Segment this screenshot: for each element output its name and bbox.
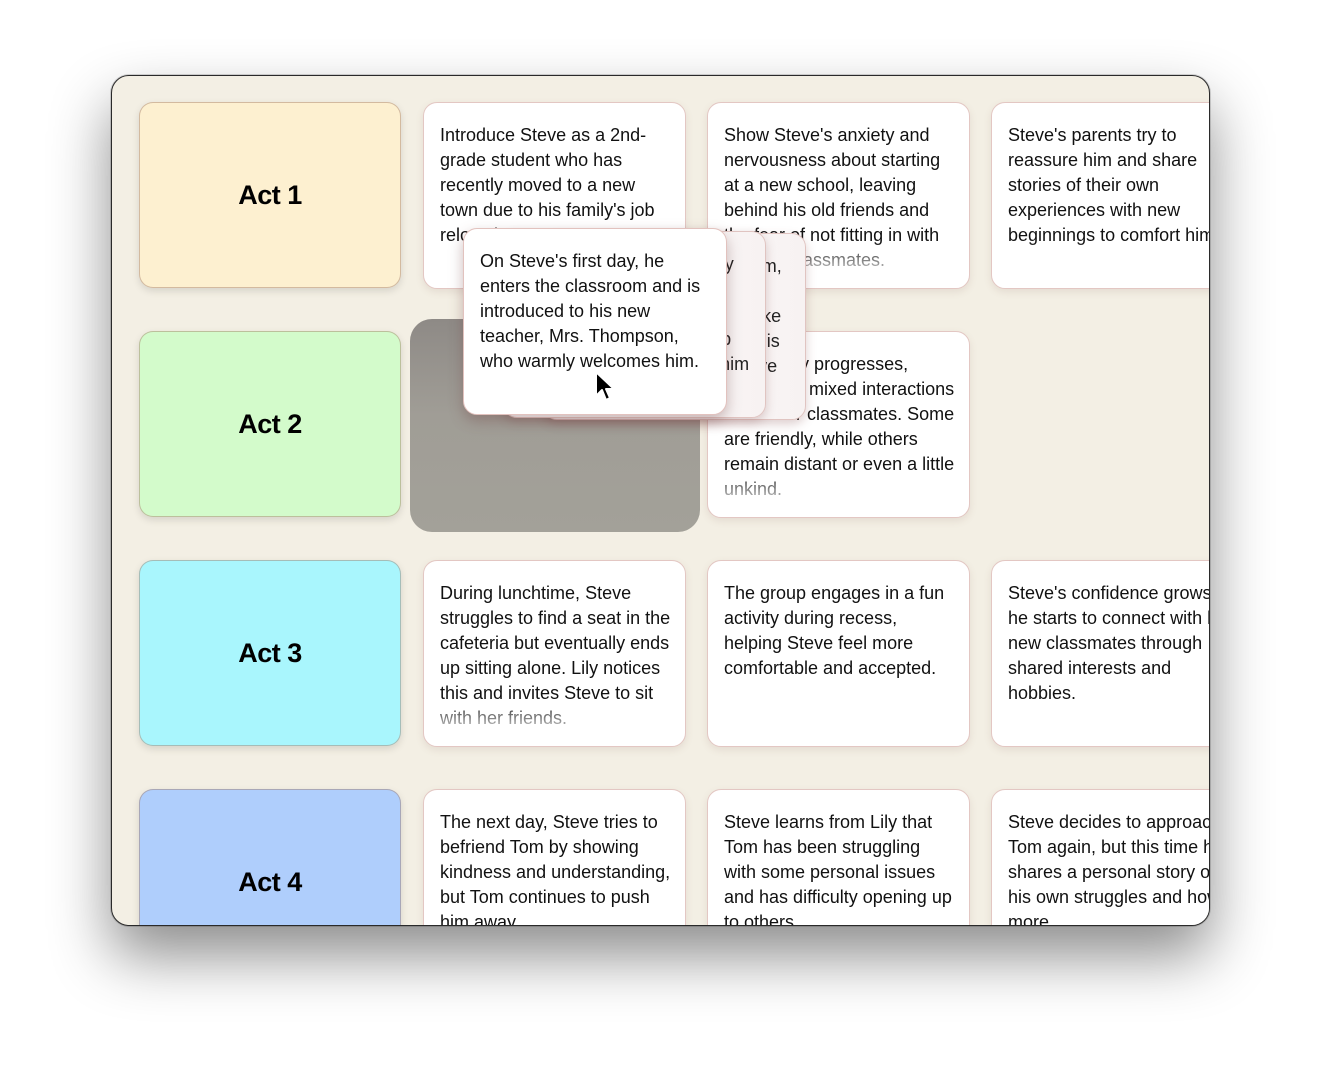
scene-card[interactable]: The next day, Steve tries to befriend To… (423, 789, 686, 926)
act-1-label: Act 1 (238, 179, 302, 210)
story-board-window: Act 1 Act 2 Act 3 Act 4 Introduce Steve … (111, 75, 1210, 926)
mouse-cursor-icon (595, 371, 615, 401)
scene-card-text: During lunchtime, Steve struggles to fin… (440, 583, 671, 728)
scene-card-text: Steve's confidence grows as he starts to… (1008, 583, 1210, 703)
act-3-header[interactable]: Act 3 (139, 560, 401, 746)
scene-card[interactable]: The group engages in a fun activity duri… (707, 560, 970, 747)
scene-card-text: Steve decides to approach Tom again, but… (1008, 812, 1210, 926)
act-4-label: Act 4 (238, 866, 302, 897)
scene-card[interactable]: Steve decides to approach Tom again, but… (991, 789, 1210, 926)
act-1-header[interactable]: Act 1 (139, 102, 401, 288)
scene-card-text: Steve's parents try to reassure him and … (1008, 125, 1210, 245)
act-2-label: Act 2 (238, 408, 302, 439)
scene-card[interactable]: During lunchtime, Steve struggles to fin… (423, 560, 686, 747)
scene-card-text: The next day, Steve tries to befriend To… (440, 812, 671, 926)
scene-card[interactable]: Steve's parents try to reassure him and … (991, 102, 1210, 289)
act-2-header[interactable]: Act 2 (139, 331, 401, 517)
dragged-scene-card-text: On Steve's first day, he enters the clas… (480, 251, 701, 371)
scene-card[interactable]: Steve learns from Lily that Tom has been… (707, 789, 970, 926)
act-3-label: Act 3 (238, 637, 302, 668)
act-4-header[interactable]: Act 4 (139, 789, 401, 925)
scene-card-text: Steve learns from Lily that Tom has been… (724, 812, 952, 926)
scene-card[interactable]: Steve's confidence grows as he starts to… (991, 560, 1210, 747)
scene-card-text: The group engages in a fun activity duri… (724, 583, 945, 678)
